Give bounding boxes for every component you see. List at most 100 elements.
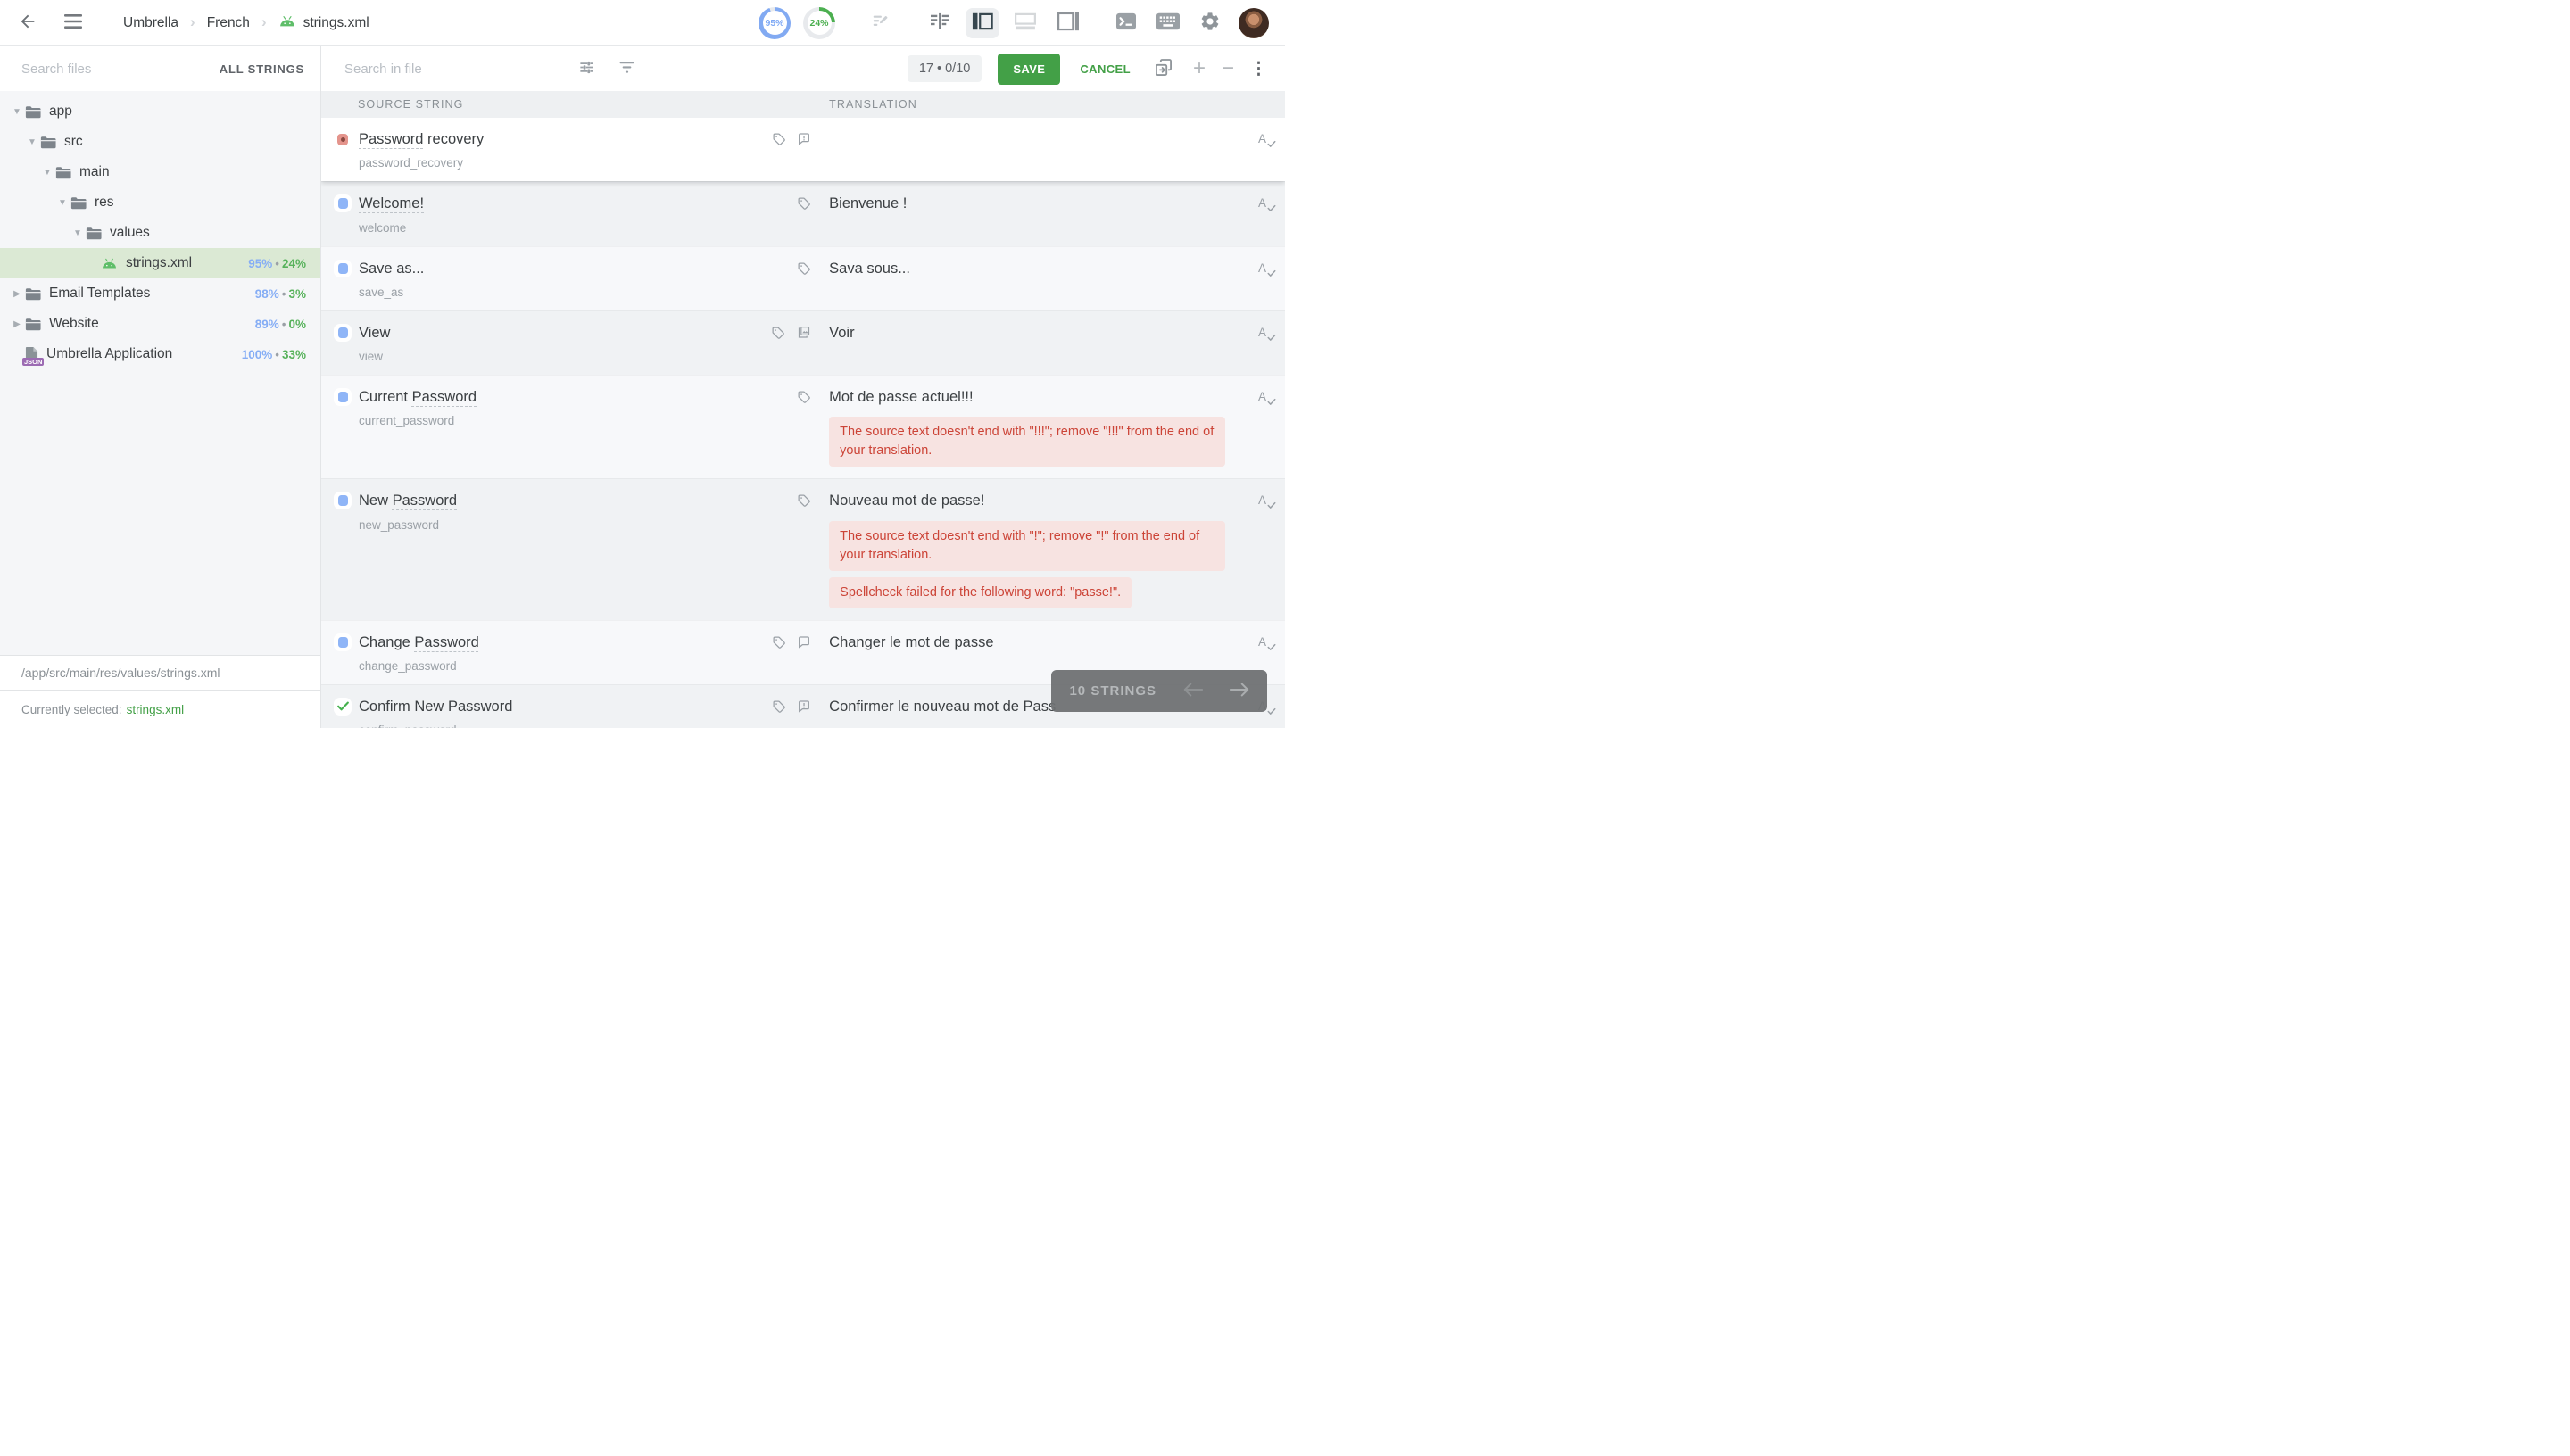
file-tree-item-values[interactable]: ▼values xyxy=(0,218,320,248)
cancel-button[interactable]: CANCEL xyxy=(1076,57,1134,81)
translation-text[interactable]: Changer le mot de passe xyxy=(829,633,1246,652)
translation-text[interactable]: Bienvenue ! xyxy=(829,194,1246,213)
draft-edit-button[interactable] xyxy=(867,8,894,37)
spellcheck-icon[interactable]: A xyxy=(1258,390,1273,406)
string-row-password_recovery[interactable]: Password recoverypassword_recoveryA xyxy=(321,118,1285,181)
caret-right-icon[interactable]: ▶ xyxy=(9,319,25,329)
console-button[interactable] xyxy=(1112,8,1140,37)
file-path[interactable]: /app/src/main/res/values/strings.xml xyxy=(0,655,320,691)
more-options-button[interactable]: ⋮ xyxy=(1250,61,1267,78)
tag-icon[interactable] xyxy=(771,326,785,344)
table-view-icon xyxy=(930,12,949,33)
tag-icon[interactable] xyxy=(797,261,811,280)
caret-down-icon[interactable]: ▼ xyxy=(39,168,55,178)
side-by-side-view-button[interactable] xyxy=(966,8,999,38)
file-tree-item-email-templates[interactable]: ▶Email Templates98%•3% xyxy=(0,278,320,309)
file-tree-item-res[interactable]: ▼res xyxy=(0,187,320,218)
minus-icon: − xyxy=(1222,56,1234,80)
tag-icon[interactable] xyxy=(797,390,811,409)
caret-down-icon[interactable]: ▼ xyxy=(9,107,25,117)
shortcuts-button[interactable] xyxy=(1153,9,1183,37)
zoom-out-button[interactable]: − xyxy=(1222,58,1234,79)
glossary-term[interactable]: Password xyxy=(412,389,477,405)
qa-error-message: Spellcheck failed for the following word… xyxy=(829,577,1132,608)
previous-page-button[interactable] xyxy=(1183,682,1203,699)
source-string-text: Change Password xyxy=(359,633,479,652)
translation-text[interactable]: Voir xyxy=(829,323,1246,343)
settings-button[interactable] xyxy=(1196,7,1224,38)
spellcheck-icon[interactable]: A xyxy=(1258,326,1273,342)
next-page-button[interactable] xyxy=(1230,682,1249,699)
translated-percent: 100% xyxy=(242,348,273,361)
approved-progress-ring[interactable]: 24% xyxy=(803,7,835,39)
approved-progress-label: 24% xyxy=(809,18,828,29)
currently-selected-file[interactable]: strings.xml xyxy=(127,703,185,716)
tag-icon[interactable] xyxy=(772,635,786,654)
search-in-file-input[interactable] xyxy=(344,62,559,77)
file-tree-item-strings-xml[interactable]: strings.xml95%•24% xyxy=(0,248,320,278)
glossary-term[interactable]: Password xyxy=(359,131,423,147)
caret-down-icon[interactable]: ▼ xyxy=(70,228,86,238)
string-row-view[interactable]: ViewviewVoirA xyxy=(321,310,1285,375)
comment-alert-icon[interactable] xyxy=(797,699,811,718)
search-files-input[interactable] xyxy=(21,62,218,77)
file-tree-label: app xyxy=(49,103,72,120)
file-tree-item-umbrella-application[interactable]: JSONUmbrella Application100%•33% xyxy=(0,339,320,369)
translation-text[interactable]: Mot de passe actuel!!! xyxy=(829,387,1246,407)
glossary-term[interactable]: Password xyxy=(414,634,478,650)
multilingual-view-button[interactable] xyxy=(1051,8,1085,38)
tag-icon[interactable] xyxy=(797,196,811,215)
table-view-button[interactable] xyxy=(923,8,957,38)
qa-error-message: The source text doesn't end with "!"; re… xyxy=(829,521,1225,571)
spellcheck-icon[interactable]: A xyxy=(1258,132,1273,148)
translated-progress-ring[interactable]: 95% xyxy=(759,7,791,39)
user-avatar[interactable] xyxy=(1239,8,1269,38)
menu-button[interactable] xyxy=(61,11,86,35)
pagination-bar: 10 STRINGS xyxy=(1051,670,1267,712)
translation-text[interactable]: Sava sous... xyxy=(829,259,1246,278)
tag-icon[interactable] xyxy=(772,699,786,718)
file-tree-item-src[interactable]: ▼src xyxy=(0,127,320,157)
translation-text[interactable]: Nouveau mot de passe! xyxy=(829,491,1246,510)
editor-pane: 17 • 0/10 SAVE CANCEL + − ⋮ SOURCE STRIN… xyxy=(321,46,1285,728)
multilingual-view-icon xyxy=(1057,12,1079,34)
string-row-save_as[interactable]: Save as...save_asSava sous...A xyxy=(321,246,1285,310)
caret-right-icon[interactable]: ▶ xyxy=(9,289,25,299)
string-row-new_password[interactable]: New Passwordnew_passwordNouveau mot de p… xyxy=(321,478,1285,619)
back-button[interactable] xyxy=(14,8,41,37)
breadcrumb-file[interactable]: strings.xml xyxy=(278,15,369,31)
file-tree-item-app[interactable]: ▼ app xyxy=(0,96,320,127)
string-key: password_recovery xyxy=(359,156,484,170)
comment-icon[interactable] xyxy=(797,635,811,654)
comment-alert-icon[interactable] xyxy=(797,132,811,151)
file-tree-label: strings.xml xyxy=(126,255,192,271)
spellcheck-icon[interactable]: A xyxy=(1258,261,1273,277)
glossary-term[interactable]: Password xyxy=(448,699,512,715)
all-strings-button[interactable]: ALL STRINGS xyxy=(218,57,306,81)
copy-source-button[interactable] xyxy=(1150,54,1177,84)
caret-down-icon[interactable]: ▼ xyxy=(24,137,40,147)
translation-text[interactable] xyxy=(829,129,1246,149)
spellcheck-icon[interactable]: A xyxy=(1258,196,1273,212)
file-tree-item-website[interactable]: ▶Website89%•0% xyxy=(0,309,320,339)
glossary-term[interactable]: Welcome! xyxy=(359,195,424,211)
zoom-in-button[interactable]: + xyxy=(1193,58,1206,79)
comfortable-view-button[interactable] xyxy=(1008,8,1042,38)
string-row-current_password[interactable]: Current Passwordcurrent_passwordMot de p… xyxy=(321,375,1285,478)
breadcrumb-language[interactable]: French xyxy=(207,15,250,31)
tag-icon[interactable] xyxy=(772,132,786,151)
save-button[interactable]: SAVE xyxy=(998,54,1060,85)
advanced-filter-button[interactable] xyxy=(575,55,599,82)
caret-down-icon[interactable]: ▼ xyxy=(54,198,70,208)
spellcheck-icon[interactable]: A xyxy=(1258,635,1273,651)
tag-icon[interactable] xyxy=(797,493,811,512)
filter-strings-button[interactable] xyxy=(615,56,639,81)
string-row-welcome[interactable]: Welcome!welcomeBienvenue !A xyxy=(321,181,1285,245)
breadcrumb-project[interactable]: Umbrella xyxy=(123,15,178,31)
spellcheck-icon[interactable]: A xyxy=(1258,493,1273,509)
screenshot-icon[interactable] xyxy=(796,326,811,344)
arrow-left-icon xyxy=(1183,682,1203,699)
file-tree-item-main[interactable]: ▼main xyxy=(0,157,320,187)
glossary-term[interactable]: Password xyxy=(393,492,457,509)
sidebar-search-row: ALL STRINGS xyxy=(0,46,320,91)
